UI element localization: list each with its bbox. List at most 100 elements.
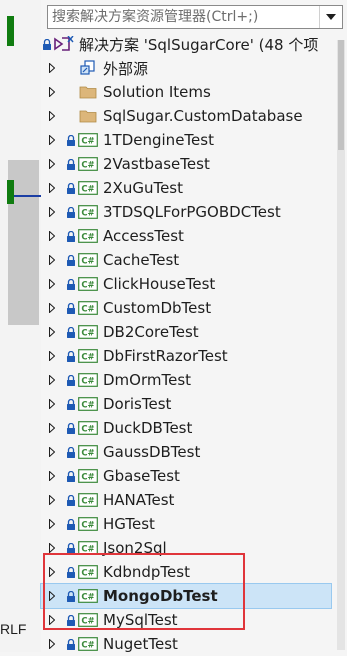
lock-icon xyxy=(65,392,77,416)
tree-item[interactable]: C# CacheTest xyxy=(41,248,331,272)
tree-item[interactable]: C# NugetTest xyxy=(41,632,331,656)
scrollbar-thumb[interactable] xyxy=(338,40,344,150)
red-highlight-box xyxy=(43,553,245,630)
tree-item-label: NugetTest xyxy=(103,635,178,653)
csharp-project-icon: C# xyxy=(77,392,99,416)
csharp-project-icon: C# xyxy=(77,344,99,368)
tree-item[interactable]: C# GaussDBTest xyxy=(41,440,331,464)
tree-item[interactable]: 外部源 xyxy=(41,56,331,80)
tree-item[interactable]: C# DmOrmTest xyxy=(41,368,331,392)
lock-icon xyxy=(65,224,77,248)
tree-item[interactable]: C# HGTest xyxy=(41,512,331,536)
tree-item-label: ClickHouseTest xyxy=(103,275,216,293)
tree-item[interactable]: C# DB2CoreTest xyxy=(41,320,331,344)
tree-item-label: 2XuGuTest xyxy=(103,179,183,197)
lock-icon xyxy=(65,80,77,104)
expand-arrow-icon[interactable] xyxy=(45,320,59,344)
svg-text:C#: C# xyxy=(81,281,94,291)
tree-item-label: DB2CoreTest xyxy=(103,323,199,341)
tree-item[interactable]: C# CustomDbTest xyxy=(41,296,331,320)
expand-arrow-icon[interactable] xyxy=(45,80,59,104)
tree-item[interactable]: C# DuckDBTest xyxy=(41,416,331,440)
tree-item[interactable]: C# 3TDSQLForPGOBDCTest xyxy=(41,200,331,224)
solution-icon xyxy=(53,32,75,56)
tree-item[interactable]: C# AccessTest xyxy=(41,224,331,248)
svg-text:C#: C# xyxy=(81,305,94,315)
svg-text:C#: C# xyxy=(81,257,94,267)
expand-arrow-icon[interactable] xyxy=(45,296,59,320)
expand-arrow-icon[interactable] xyxy=(45,152,59,176)
expand-arrow-icon[interactable] xyxy=(45,272,59,296)
expand-arrow-icon[interactable] xyxy=(45,440,59,464)
tree-item[interactable]: Solution Items xyxy=(41,80,331,104)
tree-item[interactable]: C# 2VastbaseTest xyxy=(41,152,331,176)
expand-arrow-icon[interactable] xyxy=(45,488,59,512)
tree-item-label: HGTest xyxy=(103,515,155,533)
external-source-icon xyxy=(77,56,99,80)
csharp-project-icon: C# xyxy=(77,416,99,440)
expand-arrow-icon[interactable] xyxy=(45,632,59,656)
tree-item[interactable]: C# GbaseTest xyxy=(41,464,331,488)
search-input[interactable] xyxy=(48,6,326,28)
svg-text:C#: C# xyxy=(81,521,94,531)
lock-icon xyxy=(65,176,77,200)
lock-icon xyxy=(65,320,77,344)
expand-arrow-icon[interactable] xyxy=(45,104,59,128)
search-options-dropdown[interactable] xyxy=(319,6,342,28)
tree-item[interactable]: C# 2XuGuTest xyxy=(41,176,331,200)
svg-text:C#: C# xyxy=(81,473,94,483)
lock-icon xyxy=(65,104,77,128)
lock-icon xyxy=(65,464,77,488)
expand-arrow-icon[interactable] xyxy=(45,176,59,200)
csharp-project-icon: C# xyxy=(77,128,99,152)
expand-arrow-icon[interactable] xyxy=(45,464,59,488)
svg-text:C#: C# xyxy=(81,233,94,243)
lock-icon xyxy=(65,248,77,272)
csharp-project-icon: C# xyxy=(77,488,99,512)
editor-margin: RLF xyxy=(0,0,42,652)
tree-item[interactable]: C# ClickHouseTest xyxy=(41,272,331,296)
svg-text:C#: C# xyxy=(81,329,94,339)
chevron-down-icon xyxy=(326,14,336,20)
lock-icon xyxy=(65,296,77,320)
expand-arrow-icon[interactable] xyxy=(45,344,59,368)
line-ending-indicator[interactable]: RLF xyxy=(0,621,26,637)
solution-node[interactable]: 解决方案 'SqlSugarCore' (48 个项 xyxy=(41,32,331,56)
lock-icon xyxy=(65,416,77,440)
tree-item-label: 1TDengineTest xyxy=(103,131,214,149)
lock-icon xyxy=(65,200,77,224)
svg-text:C#: C# xyxy=(81,641,94,651)
svg-text:C#: C# xyxy=(81,401,94,411)
expand-arrow-icon[interactable] xyxy=(45,368,59,392)
csharp-project-icon: C# xyxy=(77,464,99,488)
change-marker xyxy=(7,16,14,46)
expand-arrow-icon[interactable] xyxy=(45,512,59,536)
csharp-project-icon: C# xyxy=(77,632,99,656)
lock-icon xyxy=(65,488,77,512)
tree-item-label: DmOrmTest xyxy=(103,371,192,389)
lock-icon xyxy=(65,128,77,152)
search-box[interactable] xyxy=(47,5,343,29)
csharp-project-icon: C# xyxy=(77,224,99,248)
expand-arrow-icon[interactable] xyxy=(45,392,59,416)
caret-line xyxy=(14,195,41,197)
expand-arrow-icon[interactable] xyxy=(45,224,59,248)
tree-item[interactable]: SqlSugar.CustomDatabase xyxy=(41,104,331,128)
expand-arrow-icon[interactable] xyxy=(45,56,59,80)
csharp-project-icon: C# xyxy=(77,152,99,176)
tree-item[interactable]: C# DbFirstRazorTest xyxy=(41,344,331,368)
tree-item-label: CacheTest xyxy=(103,251,180,269)
explorer-scrollbar[interactable] xyxy=(337,40,345,650)
csharp-project-icon: C# xyxy=(77,272,99,296)
expand-arrow-icon[interactable] xyxy=(45,128,59,152)
svg-text:C#: C# xyxy=(81,161,94,171)
tree-item[interactable]: C# 1TDengineTest xyxy=(41,128,331,152)
expand-arrow-icon[interactable] xyxy=(45,248,59,272)
tree-item[interactable]: C# HANATest xyxy=(41,488,331,512)
tree-item[interactable]: C# DorisTest xyxy=(41,392,331,416)
expand-arrow-icon[interactable] xyxy=(45,200,59,224)
tree-item-label: Solution Items xyxy=(103,83,211,101)
tree-item-label: SqlSugar.CustomDatabase xyxy=(103,107,303,125)
csharp-project-icon: C# xyxy=(77,440,99,464)
expand-arrow-icon[interactable] xyxy=(45,416,59,440)
